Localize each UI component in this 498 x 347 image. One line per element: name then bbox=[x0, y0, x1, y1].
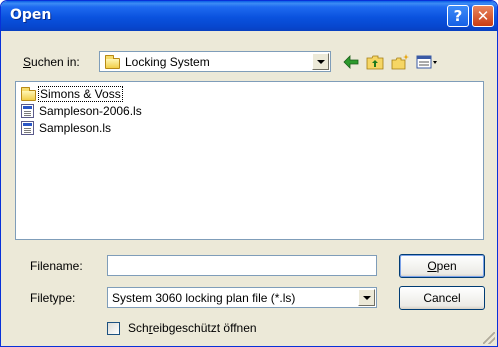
file-name: Sampleson.ls bbox=[39, 121, 112, 135]
up-folder-icon[interactable] bbox=[365, 53, 385, 71]
ls-file-icon bbox=[21, 104, 34, 118]
list-item[interactable]: Sampleson-2006.ls bbox=[19, 103, 159, 119]
list-item[interactable]: Sampleson.ls bbox=[19, 120, 139, 136]
lookin-dropdown[interactable]: Locking System bbox=[99, 51, 331, 72]
title-bar[interactable]: Open ? ✕ bbox=[1, 1, 497, 31]
file-list[interactable]: Simons & Voss Sampleson-2006.ls Sampleso… bbox=[15, 81, 484, 240]
chevron-down-icon[interactable] bbox=[358, 289, 375, 306]
filename-input[interactable] bbox=[107, 255, 377, 276]
view-menu-icon[interactable] bbox=[415, 53, 439, 71]
help-button[interactable]: ? bbox=[447, 5, 469, 27]
ls-file-icon bbox=[21, 121, 34, 135]
lookin-label: Suchen in: bbox=[23, 55, 80, 69]
chevron-down-icon[interactable] bbox=[312, 53, 329, 70]
close-button[interactable]: ✕ bbox=[472, 5, 494, 27]
resize-grip[interactable] bbox=[483, 332, 495, 344]
new-folder-icon[interactable] bbox=[390, 53, 410, 71]
list-item[interactable]: Simons & Voss bbox=[19, 86, 139, 102]
readonly-checkbox[interactable] bbox=[107, 322, 120, 335]
folder-icon bbox=[21, 87, 36, 101]
file-name: Simons & Voss bbox=[38, 86, 123, 102]
filetype-value: System 3060 locking plan file (*.ls) bbox=[112, 291, 296, 305]
cancel-button[interactable]: Cancel bbox=[399, 286, 485, 310]
filename-label: Filename: bbox=[30, 259, 83, 273]
lookin-value: Locking System bbox=[125, 55, 210, 69]
filetype-label: Filetype: bbox=[30, 291, 76, 305]
folder-icon bbox=[105, 55, 120, 69]
filetype-dropdown[interactable]: System 3060 locking plan file (*.ls) bbox=[107, 287, 377, 308]
dialog-title: Open bbox=[10, 7, 52, 23]
readonly-label[interactable]: Schreibgeschützt öffnen bbox=[128, 321, 257, 335]
file-name: Sampleson-2006.ls bbox=[39, 104, 142, 118]
back-icon[interactable] bbox=[341, 53, 361, 71]
open-dialog: Open ? ✕ Suchen in: Locking System Simon… bbox=[0, 0, 498, 347]
open-button[interactable]: Open bbox=[399, 254, 485, 278]
